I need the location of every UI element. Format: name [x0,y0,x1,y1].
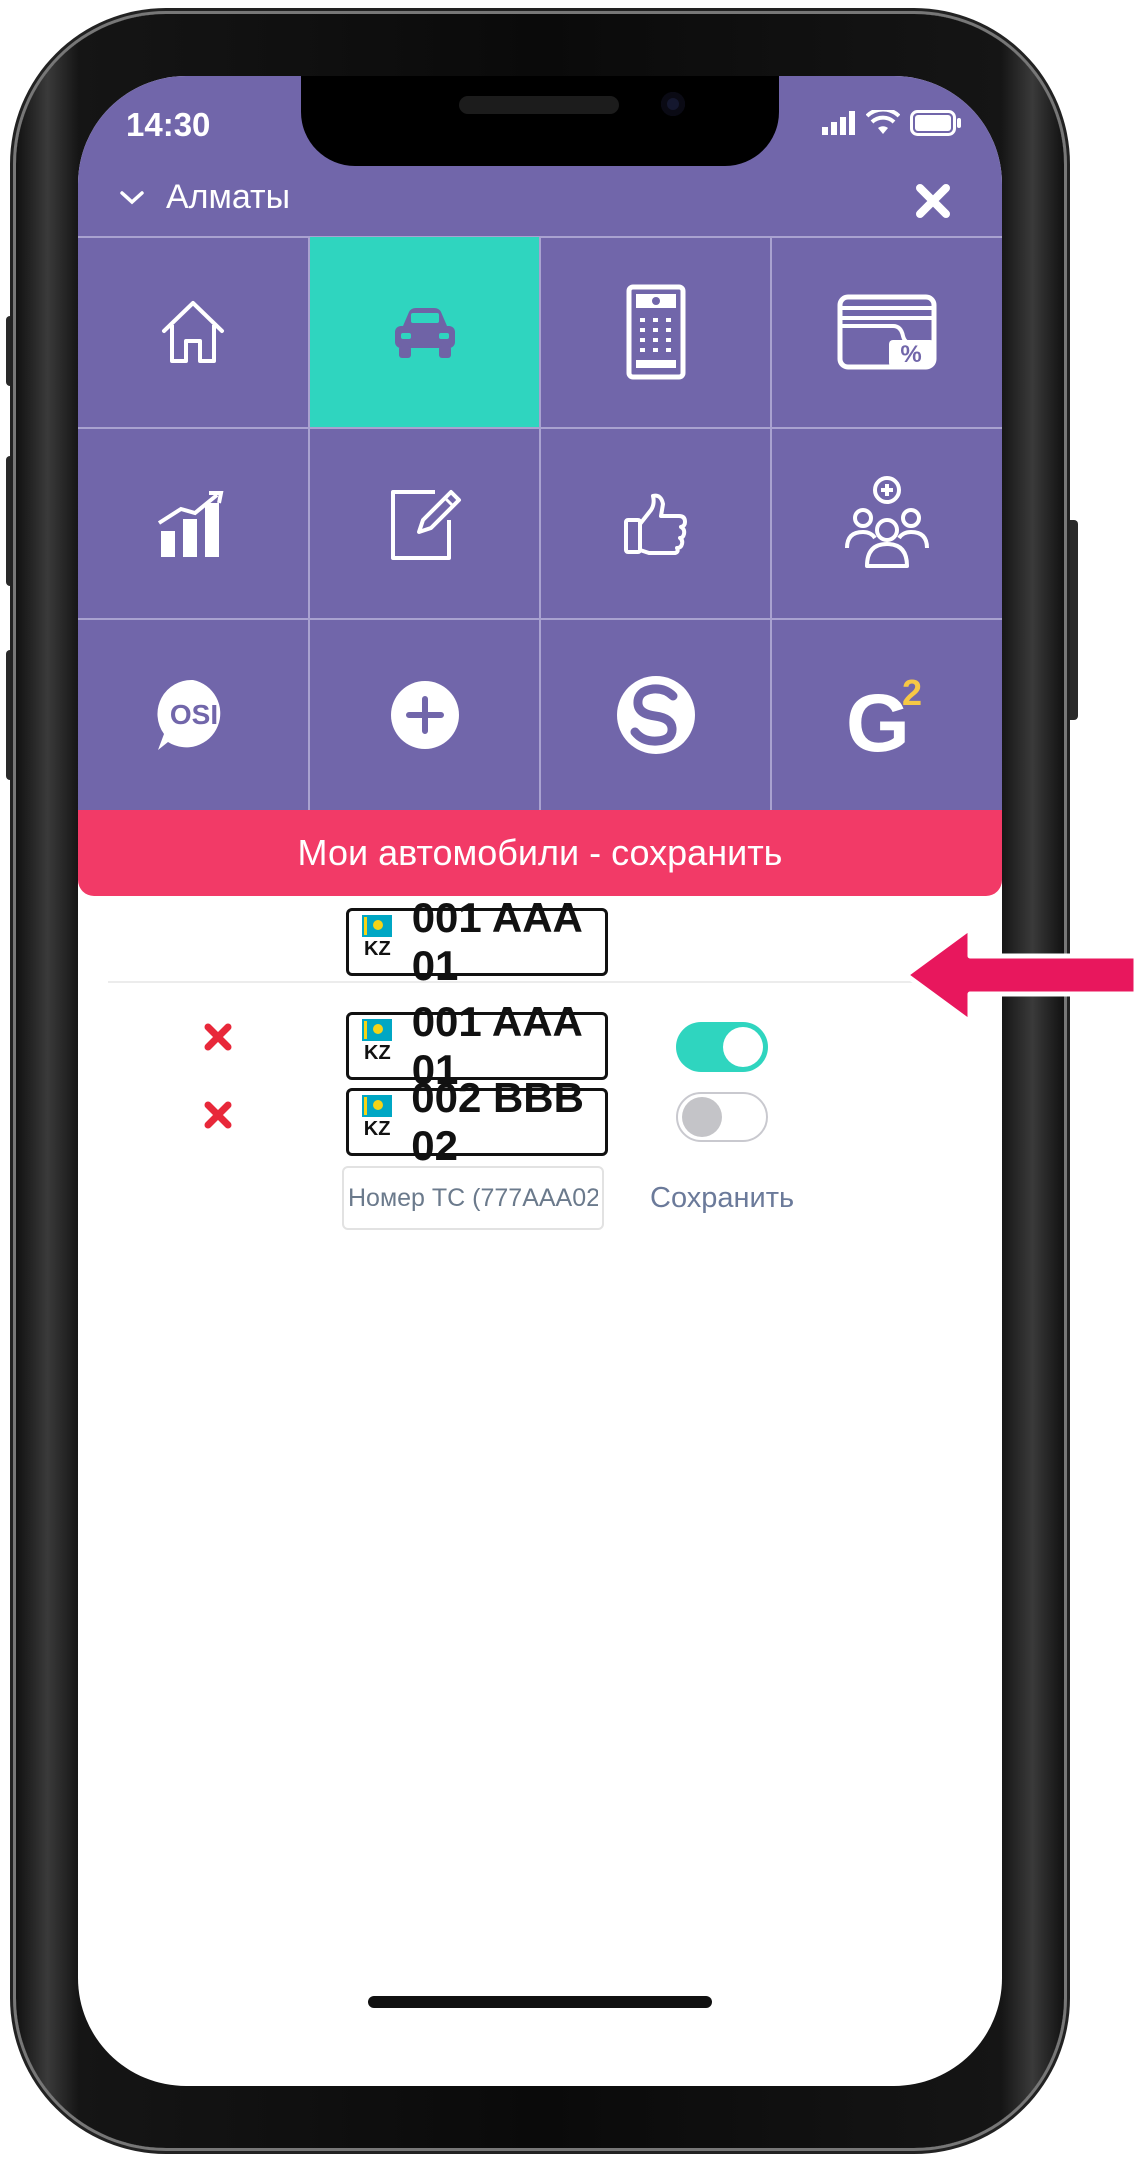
kz-flag: KZ [357,1095,397,1149]
notch [301,76,779,166]
kz-flag-icon [362,915,393,937]
status-time: 14:30 [126,106,211,143]
wallet-percent-icon: % [837,294,937,370]
city-selector[interactable]: Алматы [118,178,290,217]
menu-g2[interactable]: G 2 [772,620,1002,810]
osi-icon: OSI [157,679,221,750]
save-cars-banner: Мои автомобили - сохранить [78,810,1002,896]
divider [108,981,972,983]
region-code: KZ [364,938,391,960]
home-icon [162,301,224,363]
current-plate: KZ 001 AAA 01 [346,894,608,989]
battery-icon [910,110,961,136]
bar-chart-icon [157,490,224,557]
vehicle-1-toggle[interactable] [676,1022,768,1072]
plate-number: 001 AAA 01 [411,894,582,989]
plus-circle-icon [390,681,459,749]
g2-sup: 2 [902,673,922,713]
menu-panel: 14:30 Алматы % OSI G 2 [78,76,1002,810]
toggle-knob [682,1097,722,1137]
menu-osi[interactable]: OSI [78,620,308,810]
menu-requests[interactable] [310,429,539,618]
plate-number: 002 BBB 02 [411,1074,584,1169]
menu-add-service[interactable] [310,620,539,810]
g2-logo-icon: G 2 [846,673,922,757]
menu-intercom[interactable] [541,237,770,427]
vehicle-plate-1: KZ 001 AAA 01 [346,998,608,1093]
menu-s-service[interactable] [541,620,770,810]
speaker [459,96,619,114]
power-button [1066,520,1078,720]
plate-number-input[interactable] [342,1166,604,1230]
menu-statistics[interactable] [78,429,308,618]
menu-feedback[interactable] [541,429,770,618]
intercom-icon [626,284,685,380]
close-icon[interactable] [908,176,958,226]
save-button[interactable]: Сохранить [650,1182,794,1215]
kz-flag-icon [362,1095,393,1117]
region-code: KZ [364,1042,391,1064]
menu-parking[interactable] [310,237,539,427]
home-indicator[interactable] [368,1996,712,2008]
edit-note-icon [390,489,461,560]
g2-letter: G [846,678,910,757]
delete-vehicle-1-icon[interactable] [202,1021,234,1053]
vehicle-2-toggle[interactable] [676,1092,768,1142]
menu-wallet[interactable]: % [772,237,1002,427]
kz-flag: KZ [357,1019,398,1073]
kz-flag: KZ [357,915,398,969]
phone-screen: 14:30 Алматы % OSI G 2 Мои автомобили - … [78,76,1002,2086]
kz-flag-icon [362,1019,393,1041]
signal-icon [822,111,855,135]
svg-text:%: % [900,341,921,368]
thumbs-up-icon [623,493,687,555]
car-icon [394,308,455,358]
osi-label: OSI [170,699,218,730]
camera-icon [661,92,685,116]
banner-text: Мои автомобили - сохранить [297,832,783,873]
chevron-down-icon [120,190,144,204]
menu-neighbors[interactable] [772,429,1002,618]
s-logo-icon [616,676,695,754]
pointer-arrow-icon [903,925,1139,1025]
city-name: Алматы [166,178,291,216]
wifi-icon [866,110,900,134]
phone-frame: 14:30 Алматы % OSI G 2 Мои автомобили - … [16,14,1064,2148]
add-group-icon [845,475,929,568]
menu-home[interactable] [78,237,308,427]
vehicle-plate-2: KZ 002 BBB 02 [346,1074,608,1169]
delete-vehicle-2-icon[interactable] [202,1099,234,1131]
region-code: KZ [363,1118,391,1140]
status-icons [822,110,962,136]
toggle-knob [723,1027,763,1067]
